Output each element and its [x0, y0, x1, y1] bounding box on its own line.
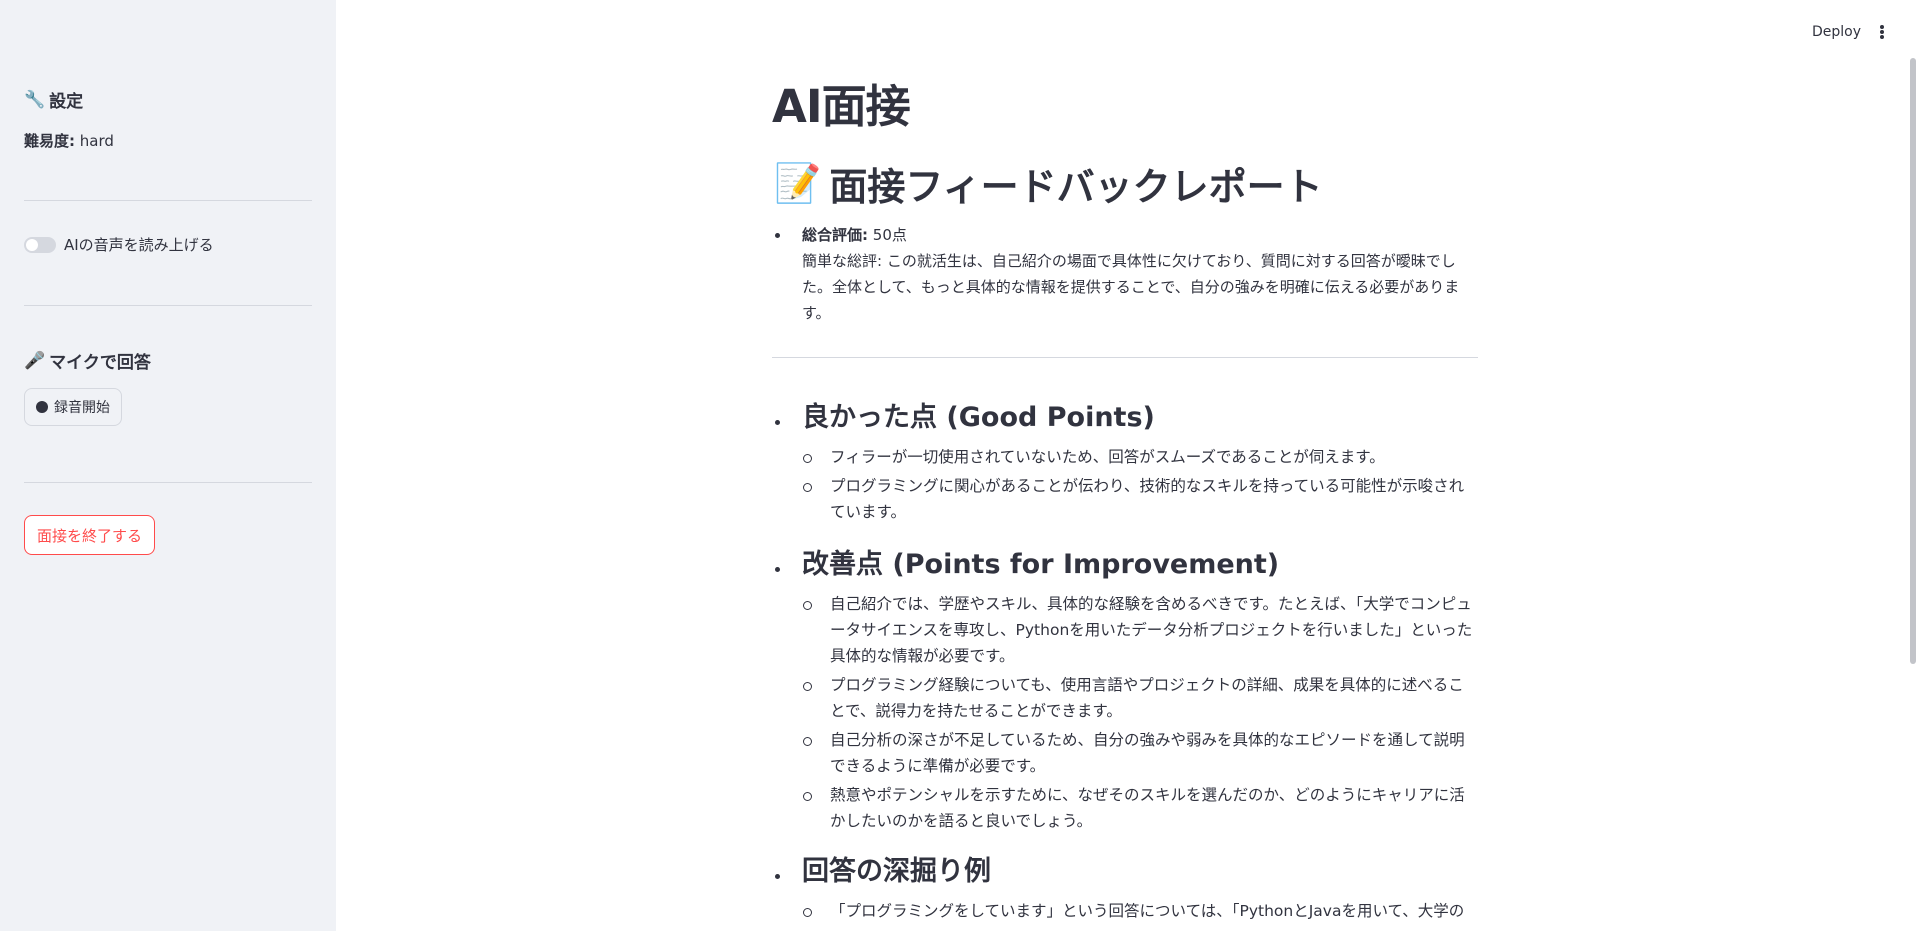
wrench-icon: 🔧	[24, 89, 46, 110]
deep-dive-section: 回答の深掘り例 「プログラミングをしています」という回答については、「Pytho…	[772, 854, 1478, 927]
section-heading: 良かった点 (Good Points)	[772, 400, 1478, 436]
sidebar-divider	[24, 482, 312, 483]
difficulty-display: 難易度: hard	[24, 130, 114, 151]
content-divider	[772, 357, 1478, 358]
list-item: フィラーが一切使用されていないため、回答がスムーズであることが伺えます。	[772, 444, 1478, 470]
voice-toggle-row[interactable]: AIの音声を読み上げる	[24, 234, 214, 255]
score-value: 50点	[872, 226, 907, 244]
mic-heading: 🎤 マイクで回答	[24, 348, 151, 374]
list-item: プログラミングに関心があることが伝わり、技術的なスキルを持っている可能性が示唆さ…	[772, 473, 1478, 525]
voice-toggle-switch[interactable]	[24, 236, 56, 253]
record-dot-icon	[36, 401, 48, 413]
record-button[interactable]: 録音開始	[24, 388, 122, 426]
section-heading: 改善点 (Points for Improvement)	[772, 547, 1478, 583]
settings-title: 設定	[49, 92, 84, 112]
app-title: AI面接	[772, 80, 911, 133]
list-item: 「プログラミングをしています」という回答については、「PythonとJavaを用…	[772, 898, 1478, 924]
list-item: 自己紹介では、学歴やスキル、具体的な経験を含めるべきです。たとえば、「大学でコン…	[772, 591, 1478, 669]
score-label: 総合評価:	[802, 226, 868, 244]
sidebar: 🔧 設定 難易度: hard AIの音声を読み上げる 🎤 マイクで回答 録音開始…	[0, 0, 336, 931]
section-heading: 回答の深掘り例	[772, 854, 1478, 890]
summary-item: 総合評価: 50点 簡単な総評: この就活生は、自己紹介の場面で具体性に欠けてお…	[772, 222, 1478, 326]
more-options-icon[interactable]	[1878, 22, 1886, 42]
scrollbar[interactable]	[1910, 58, 1916, 664]
end-interview-button[interactable]: 面接を終了する	[24, 515, 156, 555]
mic-title: マイクで回答	[49, 353, 151, 373]
report-title: 📝 面接フィードバックレポート	[774, 156, 1323, 211]
deep-dive-list: 「プログラミングをしています」という回答については、「PythonとJavaを用…	[772, 898, 1478, 924]
sidebar-divider	[24, 200, 312, 201]
memo-icon: 📝	[774, 161, 822, 205]
record-button-label: 録音開始	[54, 400, 110, 416]
sidebar-divider	[24, 305, 312, 306]
summary-comment: 簡単な総評: この就活生は、自己紹介の場面で具体性に欠けており、質問に対する回答…	[802, 252, 1460, 322]
report-title-text: 面接フィードバックレポート	[829, 165, 1323, 209]
voice-toggle-label: AIの音声を読み上げる	[64, 236, 214, 254]
difficulty-label: 難易度:	[24, 132, 75, 150]
improvement-list: 自己紹介では、学歴やスキル、具体的な経験を含めるべきです。たとえば、「大学でコン…	[772, 591, 1478, 834]
improvement-section: 改善点 (Points for Improvement) 自己紹介では、学歴やス…	[772, 547, 1478, 837]
list-item: 自己分析の深さが不足しているため、自分の強みや弱みを具体的なエピソードを通して説…	[772, 727, 1478, 779]
good-points-list: フィラーが一切使用されていないため、回答がスムーズであることが伺えます。 プログ…	[772, 444, 1478, 525]
difficulty-value: hard	[79, 132, 114, 150]
settings-heading: 🔧 設定	[24, 87, 84, 113]
good-points-section: 良かった点 (Good Points) フィラーが一切使用されていないため、回答…	[772, 400, 1478, 528]
summary-block: 総合評価: 50点 簡単な総評: この就活生は、自己紹介の場面で具体性に欠けてお…	[772, 222, 1478, 326]
microphone-icon: 🎤	[24, 350, 46, 371]
list-item: 熱意やポテンシャルを示すために、なぜそのスキルを選んだのか、どのようにキャリアに…	[772, 782, 1478, 834]
list-item: プログラミング経験についても、使用言語やプロジェクトの詳細、成果を具体的に述べる…	[772, 672, 1478, 724]
deploy-button[interactable]: Deploy	[1812, 24, 1861, 40]
